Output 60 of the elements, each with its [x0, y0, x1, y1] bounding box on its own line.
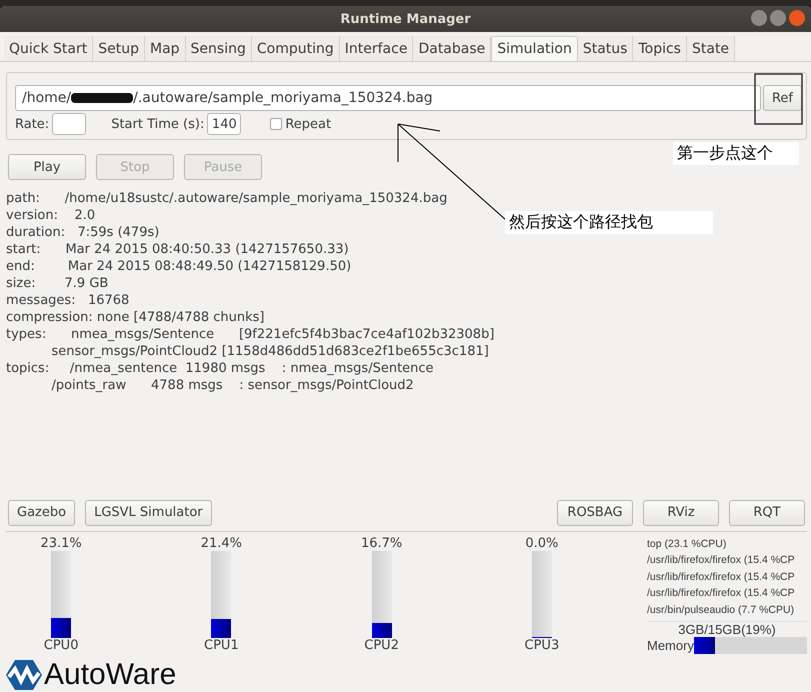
tool-button[interactable]: RViz [643, 500, 719, 526]
rate-label: Rate: [15, 116, 50, 132]
logo-text: AutoWare [44, 658, 176, 692]
cpu-reading: 0.0% [525, 536, 558, 551]
memory-label: Memory [647, 638, 694, 653]
process-line: /usr/lib/firefox/firefox (15.4 %CP [647, 570, 796, 585]
tool-button[interactable]: RQT [729, 500, 805, 526]
process-line: top (23.1 %CPU) [647, 536, 728, 552]
playback-button[interactable]: Play [8, 154, 86, 180]
tab[interactable]: Status [578, 36, 634, 61]
bag-info-line: compression: none [4788/4788 chunks] [6, 309, 264, 326]
tab[interactable]: Quick Start [4, 36, 94, 61]
tool-button[interactable]: ROSBAG [557, 500, 633, 526]
cpu-label: CPU0 [44, 638, 78, 653]
minimize-icon[interactable] [751, 10, 767, 26]
bag-info-line: sensor_msgs/PointCloud2 [1158d486dd51d683ce2f1be655c3c181] [50, 343, 489, 360]
cpu-label: CPU2 [364, 638, 399, 653]
tab[interactable]: Topics [633, 36, 687, 61]
annotation-text: 然后按这个路径找包 [505, 211, 713, 234]
annotation-text: 第一步点这个 [673, 142, 799, 165]
bag-path-field[interactable]: /home/ /.autoware/sample_moriyama_150324.bag [15, 85, 761, 111]
tab[interactable]: State [686, 36, 736, 61]
bag-info-line: /points_raw 4788 msgs : sensor_msgs/PointCloud2 [50, 377, 414, 394]
logo-icon [6, 659, 42, 691]
cpu-reading: 23.1% [40, 536, 82, 551]
process-line: /usr/lib/firefox/firefox (15.4 %CP [647, 553, 796, 568]
bag-info-line: types: nmea_msgs/Sentence [9f221efc5f4b3bac7ce4af102b32308b] [6, 326, 494, 343]
tab[interactable]: Setup [93, 36, 145, 61]
tab[interactable]: Sensing [186, 36, 252, 61]
bag-info-line: start: Mar 24 2015 08:40:50.33 (1427157650.33) [6, 241, 349, 258]
cpu-reading: 21.4% [200, 536, 242, 551]
maximize-icon[interactable] [770, 10, 786, 26]
start-time-label: Start Time (s): [111, 116, 204, 132]
tool-button[interactable]: LGSVL Simulator [85, 500, 212, 526]
tab[interactable]: Simulation [491, 36, 578, 61]
repeat-label: Repeat [285, 116, 332, 132]
bag-info-line: version: 2.0 [6, 207, 96, 224]
process-line: /usr/bin/pulseaudio (7.7 %CPU) [647, 602, 796, 618]
highlight-frame [754, 73, 803, 125]
close-icon[interactable] [789, 10, 805, 26]
repeat-checkbox[interactable] [270, 118, 282, 130]
bag-info-line: messages: 16768 [6, 292, 130, 309]
bag-info-line: path: /home/u18sustc/.autoware/sample_moriyama_150324.bag [6, 190, 448, 207]
tab[interactable]: Database [413, 36, 492, 61]
cpu-label: CPU1 [204, 638, 239, 653]
rate-field[interactable] [52, 113, 86, 135]
tab[interactable]: Map [145, 36, 186, 61]
window-title: Runtime Manager [340, 12, 471, 26]
bag-info-line: topics: /nmea_sentence 11980 msgs : nmea_msgs/Sentence [6, 360, 434, 377]
cpu-label: CPU3 [524, 638, 560, 653]
tab[interactable]: Interface [340, 36, 414, 61]
ref-button[interactable]: Ref [762, 85, 802, 111]
cpu-reading: 16.7% [360, 536, 402, 551]
tab[interactable]: Computing [252, 36, 340, 61]
bag-info-line: end: Mar 24 2015 08:48:49.50 (1427158129.50) [6, 258, 352, 275]
bag-info-line: duration: 7:59s (479s) [6, 224, 160, 241]
tool-button[interactable]: Gazebo [8, 500, 76, 526]
start-time-field[interactable]: 140 [207, 113, 242, 135]
process-line: /usr/lib/firefox/firefox (15.4 %CP [647, 586, 796, 602]
bag-info-line: size: 7.9 GB [6, 275, 108, 292]
